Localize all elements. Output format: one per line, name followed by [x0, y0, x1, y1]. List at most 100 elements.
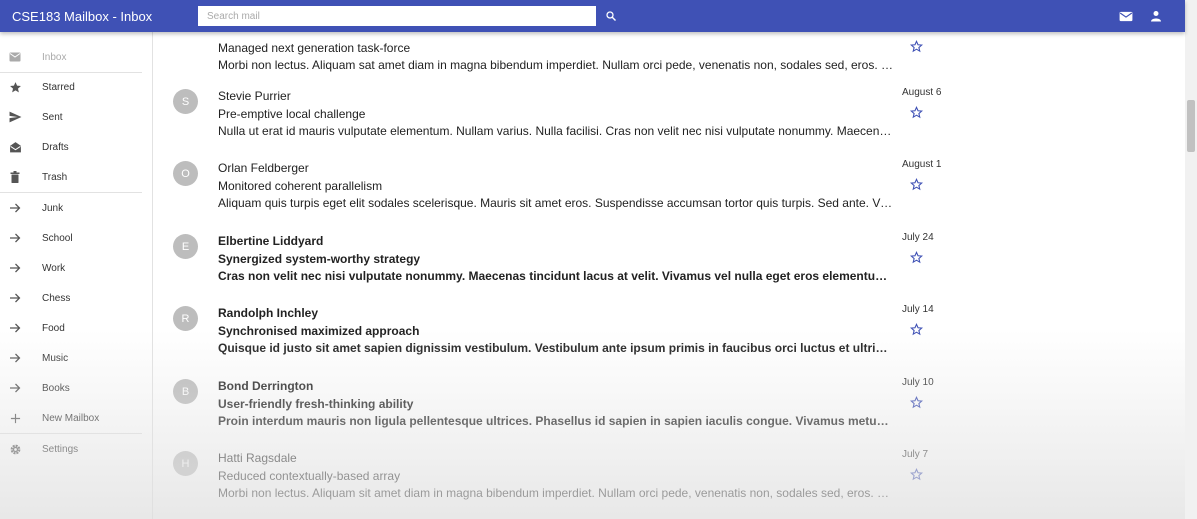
search-icon[interactable]	[604, 9, 618, 23]
arrow-right-icon	[8, 231, 22, 245]
arrow-right-icon	[8, 201, 22, 215]
search-input[interactable]	[198, 6, 596, 26]
arrow-right-icon	[8, 321, 22, 335]
email-date: August 6	[902, 87, 942, 98]
email-row[interactable]: E Elbertine Liddyard Synergized system-w…	[153, 232, 953, 306]
email-row[interactable]: B Bond Derrington User-friendly fresh-th…	[153, 377, 953, 451]
sidebar-item-junk[interactable]: Junk	[0, 195, 152, 221]
sidebar-item-label: Starred	[42, 81, 75, 93]
person-icon[interactable]	[1149, 9, 1163, 23]
arrow-right-icon	[8, 351, 22, 365]
arrow-right-icon	[8, 261, 22, 275]
sidebar-item-label: Work	[42, 262, 66, 274]
arrow-right-icon	[8, 291, 22, 305]
email-row[interactable]: S Stevie Purrier Pre-emptive local chall…	[153, 87, 953, 161]
email-sender: Randolph Inchley	[218, 306, 319, 320]
sidebar: Inbox Starred Sent Drafts Trash Junk Sch…	[0, 32, 153, 519]
sidebar-item-starred[interactable]: Starred	[0, 74, 152, 100]
email-row[interactable]: R Randolph Inchley Synchronised maximize…	[153, 304, 953, 378]
email-sender: Hatti Ragsdale	[218, 451, 297, 465]
email-sender: Elbertine Liddyard	[218, 234, 324, 248]
star-icon[interactable]	[910, 396, 923, 409]
email-row[interactable]: H Hatti Ragsdale Reduced contextually-ba…	[153, 449, 953, 519]
email-subject: User-friendly fresh-thinking ability	[218, 397, 414, 411]
email-row[interactable]: Managed next generation task-force Morbi…	[153, 32, 953, 95]
sidebar-divider	[0, 192, 142, 193]
star-icon[interactable]	[910, 106, 923, 119]
avatar: R	[173, 306, 198, 331]
sidebar-item-drafts[interactable]: Drafts	[0, 134, 152, 160]
sidebar-item-label: Drafts	[42, 141, 69, 153]
avatar: O	[173, 161, 198, 186]
mail-icon[interactable]	[1119, 9, 1133, 23]
avatar: S	[173, 89, 198, 114]
scrollbar[interactable]	[1185, 0, 1197, 519]
avatar: E	[173, 234, 198, 259]
sidebar-divider	[0, 72, 142, 73]
sidebar-item-food[interactable]: Food	[0, 315, 152, 341]
sidebar-item-work[interactable]: Work	[0, 255, 152, 281]
sidebar-item-label: Chess	[42, 292, 71, 304]
star-icon[interactable]	[910, 323, 923, 336]
settings-button[interactable]: Settings	[0, 436, 152, 462]
sidebar-item-label: Music	[42, 352, 69, 364]
star-icon	[8, 80, 22, 94]
email-subject: Monitored coherent parallelism	[218, 179, 383, 193]
email-preview: Aliquam quis turpis eget elit sodales sc…	[218, 196, 894, 210]
sidebar-item-books[interactable]: Books	[0, 375, 152, 401]
email-preview: Proin interdum mauris non ligula pellent…	[218, 414, 894, 428]
email-list: Managed next generation task-force Morbi…	[153, 32, 1185, 519]
gear-icon	[8, 442, 22, 456]
email-date: August 1	[902, 159, 942, 170]
avatar: H	[173, 451, 198, 476]
email-date: July 10	[902, 377, 934, 388]
email-sender: Orlan Feldberger	[218, 161, 309, 175]
sidebar-item-label: Inbox	[42, 51, 67, 63]
trash-icon	[8, 170, 22, 184]
email-subject: Synergized system-worthy strategy	[218, 252, 421, 266]
sidebar-divider	[0, 433, 142, 434]
drafts-icon	[8, 140, 22, 154]
star-icon[interactable]	[910, 251, 923, 264]
sidebar-item-school[interactable]: School	[0, 225, 152, 251]
email-row[interactable]: O Orlan Feldberger Monitored coherent pa…	[153, 159, 953, 233]
sidebar-item-music[interactable]: Music	[0, 345, 152, 371]
email-preview: Cras non velit nec nisi vulputate nonumm…	[218, 269, 894, 283]
sidebar-item-chess[interactable]: Chess	[0, 285, 152, 311]
sidebar-item-trash[interactable]: Trash	[0, 164, 152, 190]
send-icon	[8, 110, 22, 124]
sidebar-item-label: Books	[42, 382, 70, 394]
arrow-right-icon	[8, 381, 22, 395]
sidebar-item-label: New Mailbox	[42, 412, 100, 424]
plus-icon	[8, 411, 22, 425]
sidebar-item-label: Junk	[42, 202, 64, 214]
sidebar-item-inbox[interactable]: Inbox	[0, 44, 152, 70]
sidebar-item-label: Sent	[42, 111, 63, 123]
app-title: CSE183 Mailbox - Inbox	[12, 8, 153, 24]
email-sender: Bond Derrington	[218, 379, 314, 393]
star-icon[interactable]	[910, 178, 923, 191]
new-mailbox-button[interactable]: New Mailbox	[0, 405, 152, 431]
sidebar-item-sent[interactable]: Sent	[0, 104, 152, 130]
email-preview: Morbi non lectus. Aliquam sat amet diam …	[218, 58, 894, 72]
email-date: July 7	[902, 449, 929, 460]
scrollbar-thumb[interactable]	[1187, 100, 1195, 152]
email-subject: Pre-emptive local challenge	[218, 107, 366, 121]
email-preview: Nulla ut erat id mauris vulputate elemen…	[218, 124, 894, 138]
email-subject: Synchronised maximized approach	[218, 324, 420, 338]
inbox-icon	[8, 50, 22, 64]
email-preview: Morbi non lectus. Aliquam sit amet diam …	[218, 486, 894, 500]
email-preview: Quisque id justo sit amet sapien digniss…	[218, 341, 894, 355]
sidebar-item-label: Settings	[42, 443, 79, 455]
email-subject: Reduced contextually-based array	[218, 469, 401, 483]
star-icon[interactable]	[910, 40, 923, 53]
avatar: B	[173, 379, 198, 404]
email-sender: Stevie Purrier	[218, 89, 291, 103]
star-icon[interactable]	[910, 468, 923, 481]
sidebar-item-label: School	[42, 232, 73, 244]
app-bar: CSE183 Mailbox - Inbox	[0, 0, 1185, 32]
email-subject: Managed next generation task-force	[218, 41, 411, 55]
email-date: July 14	[902, 304, 934, 315]
sidebar-item-label: Trash	[42, 171, 68, 183]
sidebar-item-label: Food	[42, 322, 65, 334]
